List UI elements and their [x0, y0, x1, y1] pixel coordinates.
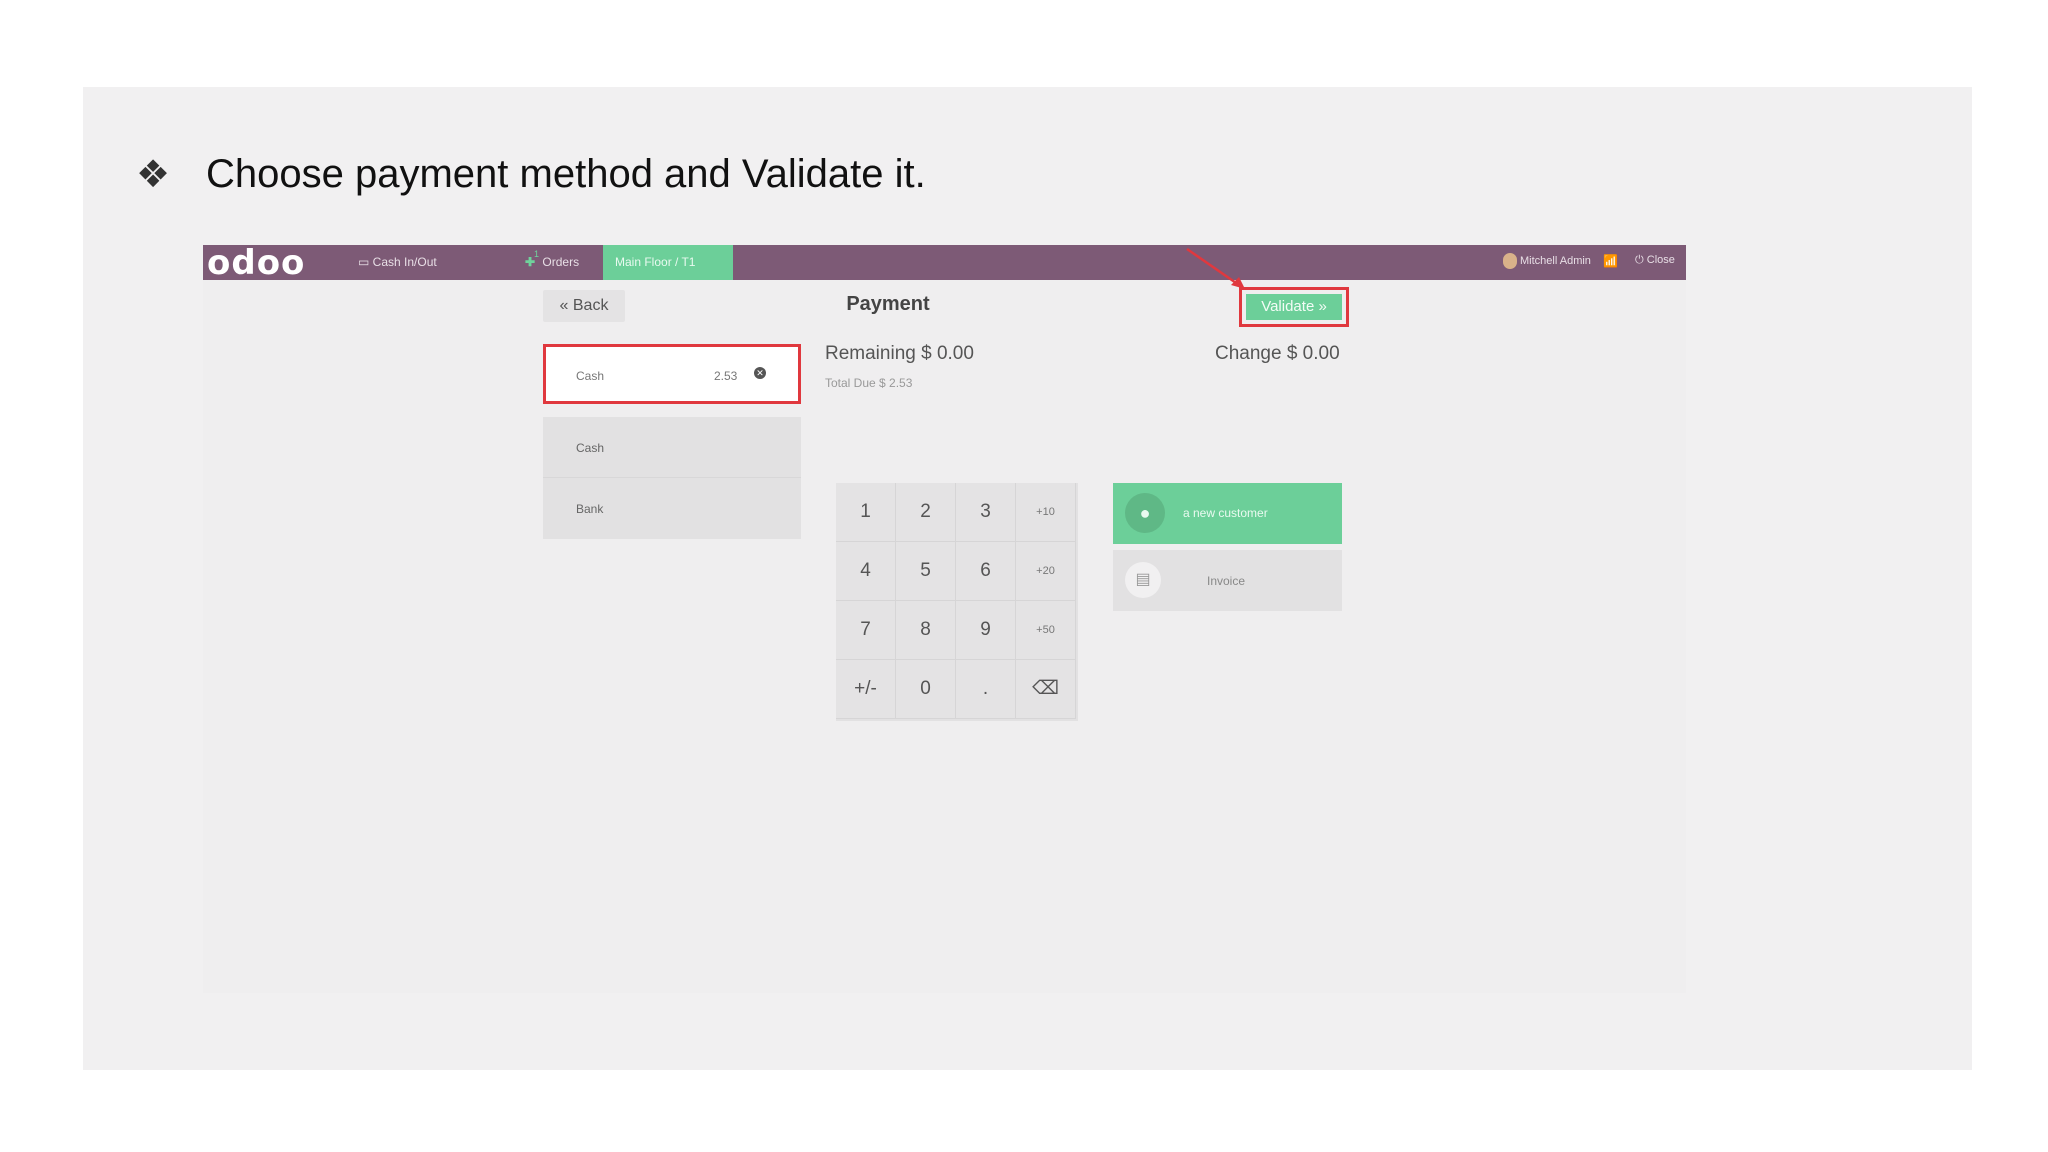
user-name: Mitchell Admin — [1520, 254, 1591, 267]
invoice-icon: ▤ — [1125, 562, 1161, 598]
payment-method-cash[interactable]: Cash — [543, 417, 801, 478]
numpad-key-1[interactable]: 1 — [836, 483, 896, 542]
payment-line[interactable]: Cash 2.53 ✕ — [543, 344, 801, 404]
remove-line-icon[interactable]: ✕ — [754, 367, 766, 379]
cash-in-out-button[interactable]: ▭ Cash In/Out — [358, 255, 437, 269]
numpad: 1 2 3 +10 4 5 6 +20 7 8 9 +50 +/- 0 . ⌫ — [836, 483, 1078, 721]
numpad-key-0[interactable]: 0 — [896, 660, 956, 719]
wifi-icon: 📶 — [1603, 254, 1618, 268]
numpad-key-plus10[interactable]: +10 — [1016, 483, 1076, 542]
numpad-key-7[interactable]: 7 — [836, 601, 896, 660]
payment-line-amount: 2.53 — [714, 369, 738, 383]
floor-table-label: Main Floor / T1 — [615, 255, 696, 269]
change-amount: Change $ 0.00 — [1215, 343, 1340, 364]
numpad-key-4[interactable]: 4 — [836, 542, 896, 601]
numpad-key-5[interactable]: 5 — [896, 542, 956, 601]
numpad-key-3[interactable]: 3 — [956, 483, 1016, 542]
numpad-key-6[interactable]: 6 — [956, 542, 1016, 601]
orders-button[interactable]: ✚ 1 Orders — [525, 249, 580, 269]
numpad-key-2[interactable]: 2 — [896, 483, 956, 542]
odoo-logo: odoo — [207, 245, 306, 283]
numpad-key-plus20[interactable]: +20 — [1016, 542, 1076, 601]
numpad-key-decimal[interactable]: . — [956, 660, 1016, 719]
close-label: Close — [1646, 254, 1675, 266]
pos-screenshot: odoo ▭ Cash In/Out ✚ 1 Orders Main Floor… — [203, 245, 1686, 993]
numpad-key-plus50[interactable]: +50 — [1016, 601, 1076, 660]
user-menu[interactable]: Mitchell Admin — [1503, 253, 1591, 269]
slide-heading: Choose payment method and Validate it. — [206, 152, 926, 196]
bullet-icon: ❖ — [136, 152, 171, 196]
payment-method-label: Bank — [576, 502, 604, 516]
validate-button[interactable]: Validate » — [1239, 287, 1349, 327]
backspace-icon[interactable]: ⌫ — [1016, 660, 1076, 719]
customer-label: a new customer — [1183, 506, 1268, 520]
numpad-key-plus-minus[interactable]: +/- — [836, 660, 896, 719]
user-icon: ● — [1125, 493, 1165, 533]
payment-line-method: Cash — [576, 369, 605, 383]
page-title: Payment — [846, 293, 930, 315]
payment-method-label: Cash — [576, 441, 605, 455]
payment-methods-list: Cash Bank — [543, 417, 801, 539]
numpad-key-9[interactable]: 9 — [956, 601, 1016, 660]
orders-label: Orders — [542, 255, 580, 269]
invoice-label: Invoice — [1207, 574, 1246, 588]
close-button[interactable]: ⏻ Close — [1635, 254, 1675, 267]
validate-label: Validate » — [1246, 294, 1342, 320]
cash-icon: ▭ — [358, 255, 373, 269]
remaining-amount: Remaining $ 0.00 — [825, 343, 974, 364]
back-button[interactable]: « Back — [543, 290, 625, 322]
customer-button[interactable]: ● a new customer — [1113, 483, 1342, 544]
pos-topbar: odoo ▭ Cash In/Out ✚ 1 Orders Main Floor… — [203, 245, 1686, 283]
cash-in-out-label: Cash In/Out — [372, 255, 437, 269]
avatar — [1503, 253, 1517, 269]
payment-method-bank[interactable]: Bank — [543, 478, 801, 538]
close-icon: ⏻ — [1635, 254, 1647, 266]
orders-badge: 1 — [534, 249, 540, 259]
total-due: Total Due $ 2.53 — [825, 376, 913, 390]
numpad-key-8[interactable]: 8 — [896, 601, 956, 660]
invoice-button[interactable]: ▤ Invoice — [1113, 550, 1342, 611]
floor-table-tab[interactable]: Main Floor / T1 — [603, 245, 733, 280]
